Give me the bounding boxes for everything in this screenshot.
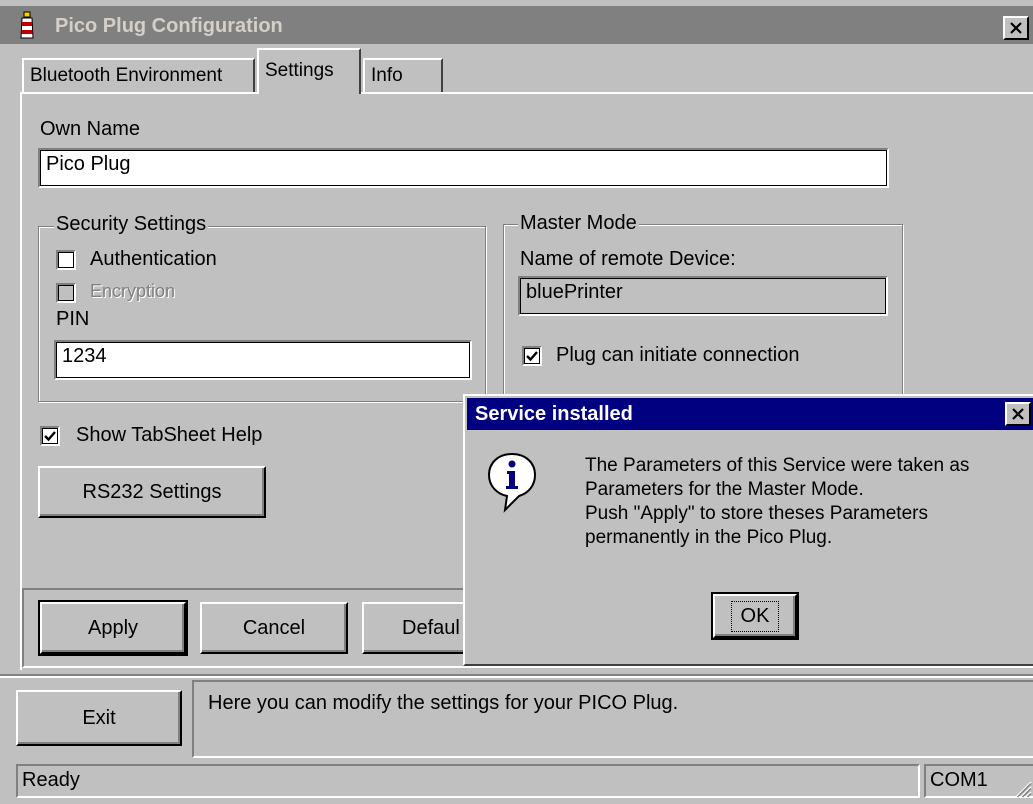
initiate-connection-label: Plug can initiate connection bbox=[556, 344, 800, 366]
dialog-message-line: Push "Apply" to store theses Parameters bbox=[585, 503, 928, 524]
info-icon bbox=[487, 452, 537, 520]
dialog-titlebar[interactable]: Service installed bbox=[467, 398, 1033, 430]
dialog-message: The Parameters of this Service were take… bbox=[585, 454, 1025, 550]
cancel-button[interactable]: Cancel bbox=[200, 602, 348, 654]
help-text: Here you can modify the settings for you… bbox=[208, 692, 679, 714]
tab-bluetooth-environment[interactable]: Bluetooth Environment bbox=[22, 58, 255, 92]
dialog-message-line: permanently in the Pico Plug. bbox=[585, 527, 833, 548]
encryption-checkbox bbox=[56, 283, 76, 303]
master-mode-label: Master Mode bbox=[518, 212, 639, 235]
status-text: Ready bbox=[22, 769, 80, 791]
checkmark-icon bbox=[526, 351, 538, 362]
dialog-close-button[interactable] bbox=[1005, 402, 1031, 426]
security-settings-label: Security Settings bbox=[54, 213, 209, 236]
authentication-checkbox[interactable] bbox=[56, 250, 76, 270]
main-titlebar[interactable]: Pico Plug Configuration bbox=[0, 6, 1033, 44]
main-window-title: Pico Plug Configuration bbox=[55, 15, 283, 37]
port-text: COM1 bbox=[930, 769, 988, 791]
status-panel: Ready bbox=[16, 764, 920, 798]
pin-label: PIN bbox=[56, 308, 90, 330]
lighthouse-icon bbox=[18, 10, 36, 46]
apply-button[interactable]: Apply bbox=[38, 600, 188, 656]
initiate-connection-checkbox[interactable] bbox=[522, 346, 542, 366]
remote-device-input: bluePrinter bbox=[518, 276, 888, 316]
show-help-checkbox[interactable] bbox=[40, 426, 60, 446]
rs232-settings-button[interactable]: RS232 Settings bbox=[38, 466, 266, 518]
exit-button[interactable]: Exit bbox=[16, 690, 182, 746]
close-icon bbox=[1012, 403, 1024, 426]
tab-info[interactable]: Info bbox=[363, 58, 443, 92]
service-installed-dialog: Service installed The Parameters of this… bbox=[463, 394, 1033, 666]
show-help-label: Show TabSheet Help bbox=[76, 424, 263, 446]
footer-separator bbox=[0, 674, 1033, 678]
own-name-input[interactable]: Pico Plug bbox=[38, 148, 889, 188]
authentication-label: Authentication bbox=[90, 248, 217, 270]
dialog-message-line: The Parameters of this Service were take… bbox=[585, 455, 970, 476]
encryption-label: Encryption bbox=[90, 281, 176, 301]
pin-input[interactable]: 1234 bbox=[54, 340, 472, 380]
checkmark-icon bbox=[44, 431, 56, 442]
resize-grip-icon[interactable] bbox=[1012, 778, 1032, 804]
help-text-panel: Here you can modify the settings for you… bbox=[192, 680, 1033, 758]
remote-device-label: Name of remote Device: bbox=[520, 248, 736, 270]
main-close-button[interactable] bbox=[1003, 16, 1029, 40]
tab-settings[interactable]: Settings bbox=[257, 48, 361, 94]
own-name-label: Own Name bbox=[40, 118, 141, 140]
close-icon bbox=[1010, 17, 1022, 40]
dialog-title: Service installed bbox=[475, 403, 633, 425]
dialog-message-line: Parameters for the Master Mode. bbox=[585, 479, 864, 500]
dialog-ok-button[interactable]: OK bbox=[711, 592, 799, 640]
